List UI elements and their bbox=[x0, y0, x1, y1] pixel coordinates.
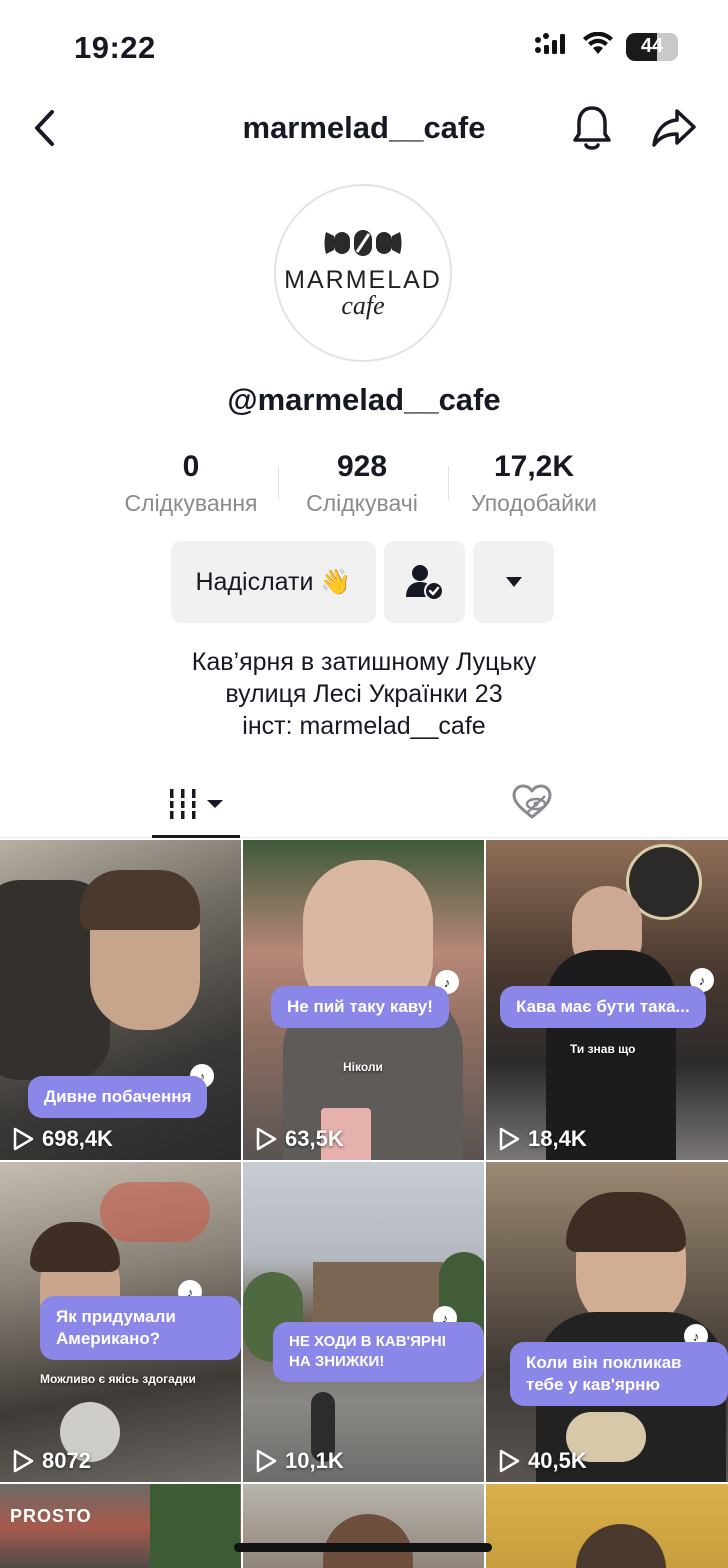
video-subtext: Ти знав що bbox=[570, 1042, 636, 1056]
profile-stats: 0 Слідкування 928 Слідкувачі 17,2K Уподо… bbox=[0, 450, 728, 522]
stat-followers[interactable]: 928 Слідкувачі bbox=[298, 450, 426, 517]
bio-line: інст: marmelad__cafe bbox=[242, 712, 486, 740]
stat-likes-label: Уподобайки bbox=[471, 490, 597, 516]
hidden-heart-icon bbox=[512, 784, 552, 819]
video-view-count: 10,1K bbox=[285, 1448, 344, 1473]
play-icon bbox=[499, 1449, 520, 1473]
caret-down-icon bbox=[505, 577, 522, 587]
video-thumbnail[interactable]: ♪ Кава має бути така... Ти знав що 18,4K bbox=[486, 840, 728, 1160]
video-thumbnail[interactable]: ♪ Не пий таку каву! Ніколи 63,5K bbox=[243, 840, 484, 1160]
page-title: marmelad__cafe bbox=[242, 110, 486, 145]
bio-line: Кав’ярня в затишному Луцьку bbox=[191, 648, 537, 676]
play-icon bbox=[256, 1127, 277, 1151]
battery-level: 44 bbox=[640, 35, 664, 57]
video-thumbnail[interactable] bbox=[243, 1484, 484, 1568]
avatar-logo-sub: cafe bbox=[341, 290, 385, 320]
video-views: 40,5K bbox=[498, 1448, 587, 1474]
stat-following[interactable]: 0 Слідкування bbox=[118, 450, 264, 517]
avatar[interactable]: MARMELAD cafe bbox=[274, 184, 452, 362]
video-subtext: Ніколи bbox=[343, 1060, 383, 1074]
video-view-count: 8072 bbox=[42, 1448, 91, 1473]
more-options-button[interactable] bbox=[473, 541, 554, 623]
profile-actions: Надіслати 👋 bbox=[0, 541, 728, 623]
grid-columns-icon bbox=[168, 789, 198, 819]
profile-bio: Кав’ярня в затишному Луцьку вулиця Лесі … bbox=[0, 646, 728, 742]
video-thumbnail[interactable]: PROSTO bbox=[0, 1484, 241, 1568]
video-thumbnail[interactable] bbox=[486, 1484, 728, 1568]
stat-following-label: Слідкування bbox=[124, 490, 258, 516]
play-icon bbox=[13, 1127, 34, 1151]
video-views: 18,4K bbox=[498, 1126, 587, 1152]
profile-tabs bbox=[0, 770, 728, 838]
video-views: 63,5K bbox=[255, 1126, 344, 1152]
user-check-icon bbox=[405, 565, 444, 601]
video-caption: НЕ ХОДИ В КАВ'ЯРНІ НА ЗНИЖКИ! bbox=[273, 1322, 484, 1382]
cellular-signal-icon bbox=[534, 32, 570, 61]
video-view-count: 40,5K bbox=[528, 1448, 587, 1473]
tab-liked-videos[interactable] bbox=[508, 778, 556, 826]
stat-followers-label: Слідкувачі bbox=[306, 490, 418, 516]
video-grid: ♪ Дивне побачення 698,4K ♪ Не пий таку к… bbox=[0, 840, 728, 1568]
video-view-count: 698,4K bbox=[42, 1126, 113, 1151]
bell-icon bbox=[573, 106, 611, 150]
active-tab-indicator bbox=[152, 835, 240, 838]
battery-icon: 44 bbox=[626, 32, 678, 61]
stat-divider bbox=[278, 466, 279, 500]
stat-followers-value: 928 bbox=[336, 450, 388, 483]
profile-username: @marmelad__cafe bbox=[227, 382, 501, 417]
play-icon bbox=[13, 1449, 34, 1473]
video-views: 8072 bbox=[12, 1448, 91, 1474]
stat-divider bbox=[448, 466, 449, 500]
bio-line: вулиця Лесі Українки 23 bbox=[225, 680, 503, 708]
profile-header: marmelad__cafe bbox=[0, 90, 728, 166]
video-subtext: Можливо є якісь здогадки bbox=[40, 1372, 196, 1386]
tab-videos[interactable] bbox=[152, 770, 240, 838]
video-views: 698,4K bbox=[12, 1126, 113, 1152]
caret-down-icon bbox=[207, 800, 223, 808]
send-message-button[interactable]: Надіслати 👋 bbox=[171, 541, 376, 623]
video-view-count: 63,5K bbox=[285, 1126, 344, 1151]
video-caption: Кава має бути така... bbox=[500, 986, 706, 1028]
video-caption: Не пий таку каву! bbox=[271, 986, 449, 1028]
share-arrow-icon bbox=[652, 109, 696, 147]
status-time: 19:22 bbox=[74, 30, 156, 65]
home-indicator[interactable] bbox=[234, 1543, 492, 1552]
play-icon bbox=[499, 1127, 520, 1151]
status-icons: 44 bbox=[534, 31, 678, 61]
video-view-count: 18,4K bbox=[528, 1126, 587, 1151]
storefront-sign: PROSTO bbox=[10, 1506, 92, 1526]
status-bar: 19:22 44 bbox=[0, 0, 728, 90]
video-caption: Дивне побачення bbox=[28, 1076, 208, 1118]
candy-logo-icon bbox=[324, 229, 402, 256]
video-caption: Коли він покликав тебе у кав'ярню bbox=[510, 1342, 728, 1406]
video-thumbnail[interactable]: ♪ Дивне побачення 698,4K bbox=[0, 840, 241, 1160]
share-button[interactable] bbox=[648, 102, 700, 154]
wifi-icon bbox=[582, 31, 614, 61]
video-thumbnail[interactable]: ♪ Коли він покликав тебе у кав'ярню 40,5… bbox=[486, 1162, 728, 1482]
stat-likes-value: 17,2K bbox=[493, 450, 575, 483]
following-button[interactable] bbox=[384, 541, 465, 623]
stat-following-value: 0 bbox=[182, 450, 200, 483]
video-thumbnail[interactable]: ♪ Як придумали Американо? Можливо є якіс… bbox=[0, 1162, 241, 1482]
play-icon bbox=[256, 1449, 277, 1473]
stat-likes[interactable]: 17,2K Уподобайки bbox=[462, 450, 606, 517]
video-views: 10,1K bbox=[255, 1448, 344, 1474]
video-thumbnail[interactable]: ♪ НЕ ХОДИ В КАВ'ЯРНІ НА ЗНИЖКИ! 10,1K bbox=[243, 1162, 484, 1482]
video-caption: Як придумали Американо? bbox=[40, 1296, 241, 1360]
notifications-button[interactable] bbox=[568, 102, 616, 154]
